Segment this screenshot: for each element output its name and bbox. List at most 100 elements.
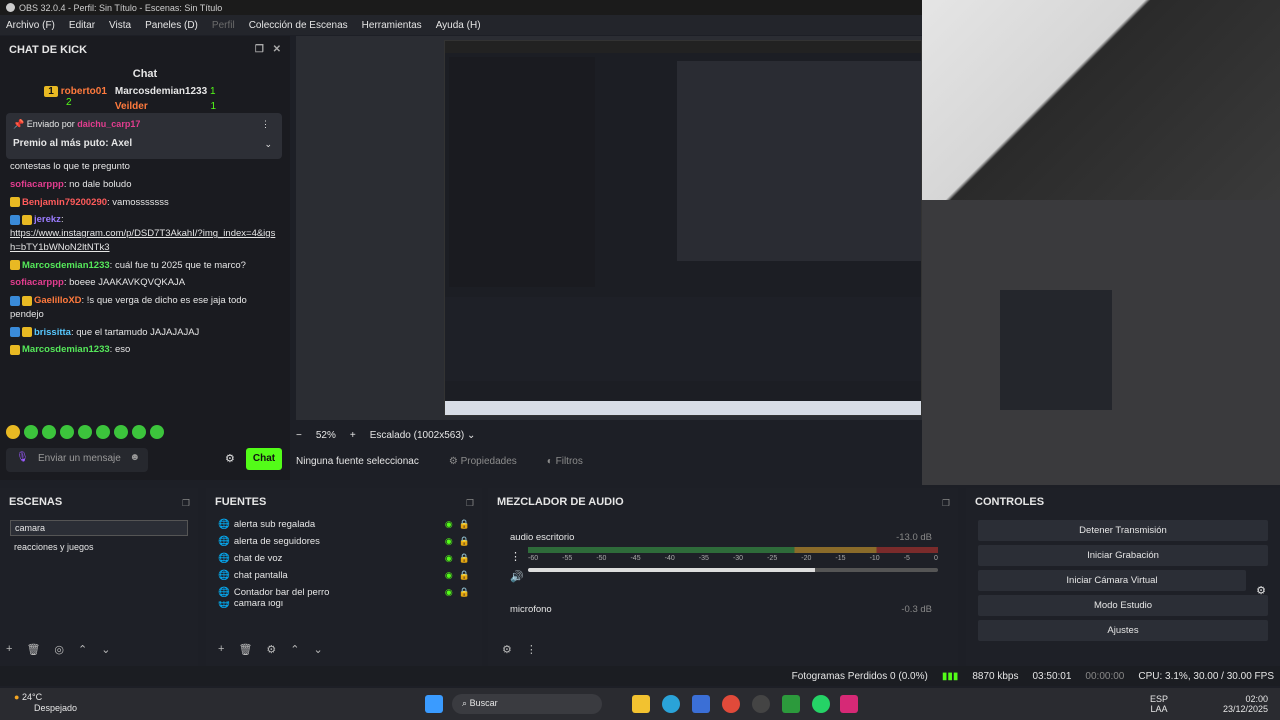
emote-icon[interactable]	[132, 425, 146, 439]
taskbar-search[interactable]: ⌕ Buscar	[452, 694, 602, 714]
start-virtual-camera-button[interactable]: Iniciar Cámara Virtual	[978, 570, 1246, 591]
chat-user[interactable]: GaelilloXD	[34, 295, 82, 306]
volume-slider[interactable]	[528, 568, 938, 572]
gear-icon[interactable]: ⚙	[266, 643, 276, 656]
speaker-icon[interactable]: 🔊	[510, 570, 524, 583]
chat-user[interactable]: Marcosdemian1233	[22, 344, 110, 355]
leader-user[interactable]: Marcosdemian1233	[115, 86, 207, 97]
scene-item[interactable]: reacciones y juegos	[10, 540, 188, 554]
gear-icon[interactable]: ⚙	[1256, 584, 1266, 597]
undock-icon[interactable]: ❐	[466, 498, 474, 509]
edge-icon[interactable]	[662, 695, 680, 713]
eye-icon[interactable]: ◉	[445, 553, 453, 564]
eye-icon[interactable]: ◉	[445, 536, 453, 547]
lang-code[interactable]: ESP	[1150, 694, 1168, 704]
gear-icon[interactable]: ⚙	[502, 643, 512, 656]
menu-perfil[interactable]: Perfil	[212, 20, 235, 31]
source-item[interactable]: 🌐 alerta de seguidores ◉ 🔒	[206, 533, 482, 550]
emote-icon[interactable]	[60, 425, 74, 439]
scale-select[interactable]: Escalado (1002x563) ⌄	[370, 430, 476, 441]
leader-user[interactable]: roberto01	[61, 86, 107, 97]
emote-icon[interactable]	[24, 425, 38, 439]
chat-user[interactable]: Benjamin79200290	[22, 197, 107, 208]
chevron-up-icon[interactable]: ⌃	[290, 643, 299, 656]
eye-icon[interactable]: ◉	[445, 587, 453, 598]
menu-coleccion[interactable]: Colección de Escenas	[249, 20, 348, 31]
instagram-icon[interactable]	[840, 695, 858, 713]
trash-icon[interactable]: 🗑	[238, 643, 252, 656]
settings-button[interactable]: Ajustes	[978, 620, 1268, 641]
weather-widget[interactable]: ● 24°C Despejado	[14, 692, 77, 714]
leader-user[interactable]: Veilder	[115, 101, 148, 112]
source-item[interactable]: 🌐 Contador bar del perro ◉ 🔒	[206, 584, 482, 601]
add-icon[interactable]: +	[6, 643, 12, 656]
zoom-out-button[interactable]: −	[296, 430, 302, 441]
emote-icon[interactable]	[96, 425, 110, 439]
chevron-down-icon[interactable]: ⌄	[264, 139, 272, 150]
menu-editar[interactable]: Editar	[69, 20, 95, 31]
source-item[interactable]: 🌐 chat de voz ◉ 🔒	[206, 550, 482, 567]
filters-button[interactable]: ◐ Filtros	[547, 456, 583, 467]
undock-icon[interactable]: ❐	[255, 44, 264, 55]
undock-icon[interactable]: ❐	[182, 498, 190, 509]
scene-item[interactable]: camara	[10, 520, 188, 536]
emote-icon[interactable]	[6, 425, 20, 439]
pinned-user[interactable]: daichu_carp17	[77, 119, 140, 129]
lock-icon[interactable]: 🔒	[459, 553, 470, 564]
emote-icon[interactable]	[42, 425, 56, 439]
chevron-up-icon[interactable]: ⌃	[78, 643, 87, 656]
chat-user[interactable]: Marcosdemian1233	[22, 260, 110, 271]
whatsapp-icon[interactable]	[812, 695, 830, 713]
chrome-icon[interactable]	[722, 695, 740, 713]
zoom-in-button[interactable]: +	[350, 430, 356, 441]
source-item[interactable]: 🌐 alerta sub regalada ◉ 🔒	[206, 516, 482, 533]
clock[interactable]: 02:00 23/12/2025	[1223, 694, 1268, 714]
chat-input[interactable]: 🎙 Enviar un mensaje ☻	[6, 448, 148, 472]
menu-ayuda[interactable]: Ayuda (H)	[436, 20, 481, 31]
lock-icon[interactable]: 🔒	[459, 536, 470, 547]
source-item[interactable]: 🌐 chat pantalla ◉ 🔒	[206, 567, 482, 584]
menu-vista[interactable]: Vista	[109, 20, 131, 31]
store-icon[interactable]	[692, 695, 710, 713]
emoji-icon[interactable]: ☻	[129, 452, 140, 463]
obs-icon[interactable]	[752, 695, 770, 713]
menu-icon[interactable]: ⋮	[526, 643, 537, 656]
emote-icon[interactable]	[150, 425, 164, 439]
studio-mode-button[interactable]: Modo Estudio	[978, 595, 1268, 616]
mic-icon[interactable]: 🎙	[16, 452, 29, 463]
undock-icon[interactable]: ❐	[942, 498, 950, 509]
chat-user[interactable]: brissitta	[34, 327, 71, 338]
settings-icon[interactable]: ⚙	[225, 452, 235, 465]
filter-icon[interactable]: ◎	[54, 643, 64, 656]
chevron-down-icon[interactable]: ⌄	[101, 643, 110, 656]
start-recording-button[interactable]: Iniciar Grabación	[978, 545, 1268, 566]
eye-icon[interactable]: ◉	[445, 570, 453, 581]
properties-button[interactable]: ⚙ Propiedades	[449, 456, 517, 467]
chat-user[interactable]: sofiacarppp	[10, 179, 64, 190]
files-icon[interactable]	[632, 695, 650, 713]
menu-paneles[interactable]: Paneles (D)	[145, 20, 198, 31]
more-icon[interactable]: ⋮	[261, 119, 270, 130]
eye-icon[interactable]: ◉	[445, 519, 453, 530]
lock-icon[interactable]: 🔒	[459, 519, 470, 530]
lock-icon[interactable]: 🔒	[459, 570, 470, 581]
chevron-down-icon[interactable]: ⌄	[314, 643, 323, 656]
chat-link[interactable]: https://www.instagram.com/p/DSD7T3AkahI/…	[10, 228, 275, 253]
menu-archivo[interactable]: Archivo (F)	[6, 20, 55, 31]
chat-user[interactable]: jerekz	[34, 214, 61, 225]
menu-herramientas[interactable]: Herramientas	[362, 20, 422, 31]
emote-icon[interactable]	[78, 425, 92, 439]
close-icon[interactable]: ✕	[273, 44, 281, 55]
trash-icon[interactable]: 🗑	[26, 643, 40, 656]
pinned-message[interactable]: 📌 Enviado por daichu_carp17 Premio al má…	[6, 113, 282, 159]
xbox-icon[interactable]	[782, 695, 800, 713]
chat-send-button[interactable]: Chat	[246, 448, 282, 470]
stop-stream-button[interactable]: Detener Transmisión	[978, 520, 1268, 541]
menu-icon[interactable]: ⋮	[510, 550, 521, 563]
chat-user[interactable]: sofiacarppp	[10, 277, 64, 288]
source-item[interactable]: 🌐 camara logi	[206, 601, 482, 609]
windows-start-icon[interactable]	[425, 695, 443, 713]
lock-icon[interactable]: 🔒	[459, 587, 470, 598]
add-icon[interactable]: +	[218, 643, 224, 656]
emote-icon[interactable]	[114, 425, 128, 439]
